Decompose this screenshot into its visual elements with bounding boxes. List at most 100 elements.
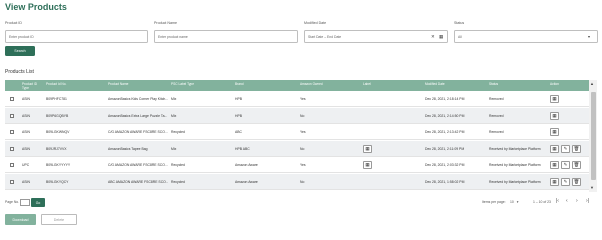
cell-status: Received by Marketplace Platform xyxy=(489,180,541,184)
col-product-id-no[interactable]: Product Id No. xyxy=(46,80,91,91)
row-checkbox[interactable] xyxy=(10,97,14,101)
cell-product-id: B09P6GQBYB xyxy=(46,113,69,118)
calendar-icon[interactable]: ▦ xyxy=(550,128,559,137)
cell-status: Removed xyxy=(489,113,504,118)
product-name-label: Product Name xyxy=(154,21,177,25)
label-calendar-icon[interactable]: ▦ xyxy=(363,144,372,153)
cell-product-id: B09JRJ7VVX xyxy=(46,146,67,151)
table-scrollbar[interactable]: ▲ ▼ xyxy=(589,80,597,192)
cell-owned: Yes xyxy=(300,163,306,168)
cell-brand: ABC xyxy=(235,130,242,135)
col-brand[interactable]: Brand xyxy=(235,80,275,91)
product-id-input[interactable]: Enter product ID xyxy=(5,30,148,43)
table-row[interactable]: ASIN B09JRJ7VVX AmazonBasics Tapee Bag Mix H… xyxy=(5,140,589,157)
modified-date-input[interactable]: Start Date – End Date ✕ ▦ xyxy=(304,30,448,43)
col-product-name[interactable]: Product Name xyxy=(108,80,158,91)
calendar-icon[interactable]: ▦ xyxy=(550,144,559,153)
row-checkbox[interactable] xyxy=(10,146,14,151)
cell-owned: No xyxy=(300,180,305,184)
cell-modified-date: Dec 28, 2021, 2:11:09 PM xyxy=(425,146,465,151)
delete-icon[interactable]: 🗑 xyxy=(572,178,581,186)
product-name-input[interactable]: Enter product name xyxy=(154,30,298,43)
scroll-thumb[interactable] xyxy=(590,92,596,180)
table-row[interactable]: ASIN B09PHFC781 AmazonBasics Kids Corner P… xyxy=(5,91,589,107)
calendar-icon[interactable]: ▦ xyxy=(550,161,559,170)
cell-status: Received by Marketplace Platform xyxy=(489,146,541,151)
table-row[interactable]: ASIN B09LGKYQCY ABC AMAZON AWARE FSC8RE SC… xyxy=(5,174,589,190)
table-row[interactable]: ASIN B09LGKWNQV C/G AMAZON AWARE FSC8RE SC… xyxy=(5,124,589,141)
cell-brand: Amazon Aware xyxy=(235,180,258,184)
cell-owned: No xyxy=(300,146,305,151)
cell-modified-date: Dec 28, 2021, 2:14:50 PM xyxy=(425,113,465,118)
row-checkbox[interactable] xyxy=(10,130,14,135)
col-psc-label-type[interactable]: PSC Label Type xyxy=(171,80,221,91)
cell-owned: Yes xyxy=(300,97,306,101)
prev-page-icon[interactable]: ‹ xyxy=(566,198,568,204)
calendar-icon[interactable]: ▦ xyxy=(439,34,443,40)
row-checkbox[interactable] xyxy=(10,180,14,184)
cell-product-name: AmazonBasics Tapee Bag xyxy=(108,146,148,151)
col-action: Action xyxy=(550,82,559,86)
cell-product-name: C/G AMAZON AWARE FSC8RE SCO... xyxy=(108,130,168,135)
cell-product-name: ABC AMAZON AWARE FSC8RE SCO... xyxy=(108,180,168,184)
modified-date-label: Modified Date xyxy=(304,21,327,25)
cell-psc: Recycled xyxy=(171,180,185,184)
search-button[interactable]: Search xyxy=(5,46,35,56)
cell-product-id: B09LGKWNQV xyxy=(46,130,70,135)
col-amazon-owned[interactable]: Amazon Owned xyxy=(300,80,340,91)
cell-status: Removed xyxy=(489,130,504,135)
chevron-down-icon: ▾ xyxy=(588,34,591,39)
cell-brand: HPB ABC xyxy=(235,146,250,151)
col-product-id-type[interactable]: Product ID Type xyxy=(22,80,42,91)
col-label[interactable]: Label xyxy=(363,80,393,91)
cell-product-name: AmazonBasics Extra Large Puzzle Ta... xyxy=(108,113,168,118)
cell-status: Removed xyxy=(489,97,504,101)
row-checkbox[interactable] xyxy=(10,113,14,118)
pagination-range: 1 – 10 of 23 xyxy=(533,200,551,204)
cell-brand: Amazon Aware xyxy=(235,163,258,168)
delete-button[interactable]: Delete xyxy=(41,214,77,225)
table-header: Product ID Type Product Id No. Product N… xyxy=(5,80,589,91)
product-id-placeholder: Enter product ID xyxy=(9,34,34,39)
edit-icon[interactable]: ✎ xyxy=(561,178,570,186)
go-button[interactable]: Go xyxy=(31,198,45,207)
cell-psc: Recycled xyxy=(171,130,185,135)
page-title: View Products xyxy=(5,2,67,12)
calendar-icon[interactable]: ▦ xyxy=(550,111,559,120)
items-per-page-label: Items per page: xyxy=(482,200,506,204)
next-page-icon[interactable]: › xyxy=(576,198,578,204)
edit-icon[interactable]: ✎ xyxy=(561,161,570,170)
cell-owned: Yes xyxy=(300,130,306,135)
cell-modified-date: Dec 28, 2021, 2:18:14 PM xyxy=(425,97,465,101)
download-button[interactable]: Download xyxy=(5,214,36,225)
scroll-up-icon[interactable]: ▲ xyxy=(590,81,594,86)
cell-status: Received by Marketplace Platform xyxy=(489,163,541,168)
delete-icon[interactable]: 🗑 xyxy=(572,161,581,170)
calendar-icon[interactable]: ▦ xyxy=(550,178,559,186)
label-calendar-icon[interactable]: ▦ xyxy=(363,161,372,170)
page-no-input[interactable] xyxy=(20,199,30,206)
items-per-page-select[interactable]: 10 ▾ xyxy=(510,197,518,207)
first-page-icon[interactable]: |‹ xyxy=(556,198,559,204)
cell-psc: Mix xyxy=(171,113,177,118)
clear-icon[interactable]: ✕ xyxy=(431,34,435,40)
status-label: Status xyxy=(454,21,465,25)
scroll-down-icon[interactable]: ▼ xyxy=(590,185,594,190)
cell-product-name: AmazonBasics Kids Corner Play Kitch... xyxy=(108,97,168,101)
calendar-icon[interactable]: ▦ xyxy=(550,95,559,103)
table-row[interactable]: UPC B09LGKYYYYY C/G AMAZON AWARE FSC8RE SC… xyxy=(5,157,589,174)
product-name-placeholder: Enter product name xyxy=(158,34,188,39)
page-no-label: Page No. xyxy=(5,200,20,204)
col-modified-date[interactable]: Modified Date xyxy=(425,80,475,91)
table-row[interactable]: ASIN B09P6GQBYB AmazonBasics Extra Large P… xyxy=(5,107,589,124)
cell-modified-date: Dec 28, 2021, 2:13:42 PM xyxy=(425,130,465,135)
cell-product-id: B09PHFC781 xyxy=(46,97,67,101)
delete-icon[interactable]: 🗑 xyxy=(572,144,581,153)
cell-product-name: C/G AMAZON AWARE FSC8RE SCO... xyxy=(108,163,168,168)
last-page-icon[interactable]: ›| xyxy=(586,198,589,204)
col-status[interactable]: Status xyxy=(489,80,529,91)
edit-icon[interactable]: ✎ xyxy=(561,144,570,153)
row-checkbox[interactable] xyxy=(10,163,14,168)
product-id-label: Product ID xyxy=(5,21,22,25)
status-select[interactable]: All ▾ xyxy=(454,30,598,43)
